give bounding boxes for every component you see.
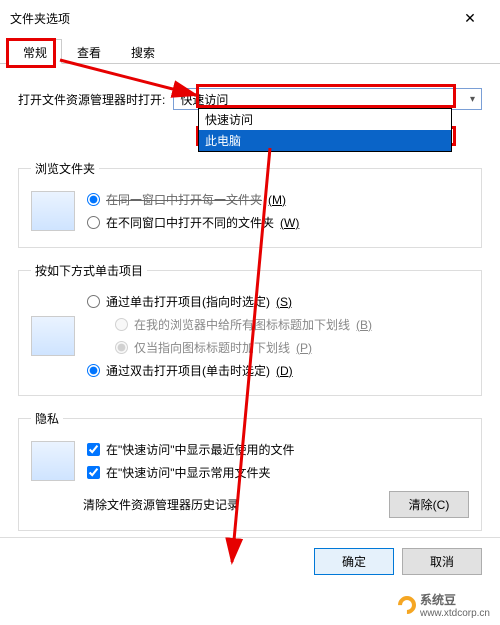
privacy-legend: 隐私 [31, 410, 63, 427]
radio-underline-hover-input [115, 341, 128, 354]
dialog-buttons: 确定 取消 [0, 537, 500, 585]
tab-search[interactable]: 搜索 [116, 39, 170, 64]
radio-underline-hover: 仅当指向图标标题时加下划线 (P) [115, 339, 372, 356]
watermark-text: 系统豆 [420, 591, 490, 608]
check-recent-files[interactable]: 在"快速访问"中显示最近使用的文件 [87, 441, 295, 458]
window-icon [31, 191, 75, 231]
check-frequent-folders[interactable]: 在"快速访问"中显示常用文件夹 [87, 464, 295, 481]
open-explorer-label: 打开文件资源管理器时打开: [18, 91, 165, 108]
clear-button[interactable]: 清除(C) [389, 491, 469, 518]
open-explorer-combo[interactable]: 快速访问 ▾ [173, 88, 482, 110]
titlebar: 文件夹选项 ✕ [0, 0, 500, 36]
watermark-icon [394, 592, 419, 617]
tab-strip: 常规 查看 搜索 [0, 38, 500, 64]
window-title: 文件夹选项 [10, 10, 450, 27]
radio-single-click-input[interactable] [87, 295, 100, 308]
folder-options-dialog: 文件夹选项 ✕ 常规 查看 搜索 打开文件资源管理器时打开: 快速访问 ▾ 快速… [0, 0, 500, 625]
tab-general[interactable]: 常规 [8, 39, 62, 64]
radio-double-click[interactable]: 通过双击打开项目(单击时选定) (D) [87, 362, 372, 379]
privacy-group: 隐私 在"快速访问"中显示最近使用的文件 在"快速访问"中显示常用文件夹 清除文… [18, 410, 482, 531]
radio-same-window-input[interactable] [87, 193, 100, 206]
radio-same-window[interactable]: 在同一窗口中打开每一文件夹 (M) [87, 191, 299, 208]
watermark: 系统豆 www.xtdcorp.cn [398, 591, 490, 619]
open-explorer-row: 打开文件资源管理器时打开: 快速访问 ▾ [18, 88, 482, 110]
radio-underline-all-key: (B) [356, 318, 372, 332]
radio-double-click-label: 通过双击打开项目(单击时选定) [106, 362, 270, 379]
check-frequent-folders-input[interactable] [87, 466, 100, 479]
close-icon[interactable]: ✕ [450, 3, 490, 33]
cursor-icon [31, 316, 75, 356]
radio-diff-window-label: 在不同窗口中打开不同的文件夹 [106, 214, 274, 231]
click-items-group: 按如下方式单击项目 通过单击打开项目(指向时选定) (S) 在我的浏览器中给所有图… [18, 262, 482, 396]
radio-underline-hover-label: 仅当指向图标标题时加下划线 [134, 339, 290, 356]
radio-same-window-label: 在同一窗口中打开每一文件夹 [106, 191, 262, 208]
radio-single-click[interactable]: 通过单击打开项目(指向时选定) (S) [87, 293, 372, 310]
combo-selected: 快速访问 [180, 91, 228, 108]
clear-history-row: 清除文件资源管理器历史记录 清除(C) [31, 491, 469, 518]
click-items-legend: 按如下方式单击项目 [31, 262, 147, 279]
radio-single-click-key: (S) [276, 295, 292, 309]
chevron-down-icon: ▾ [470, 94, 475, 105]
radio-underline-all-label: 在我的浏览器中给所有图标标题加下划线 [134, 316, 350, 333]
clear-history-label: 清除文件资源管理器历史记录 [83, 496, 239, 513]
browse-folders-group: 浏览文件夹 在同一窗口中打开每一文件夹 (M) 在不同窗口中打开不同的文件夹 (W) [18, 160, 482, 248]
radio-diff-window[interactable]: 在不同窗口中打开不同的文件夹 (W) [87, 214, 299, 231]
radio-double-click-input[interactable] [87, 364, 100, 377]
check-frequent-folders-label: 在"快速访问"中显示常用文件夹 [106, 464, 271, 481]
radio-underline-all-input [115, 318, 128, 331]
radio-same-window-key: (M) [268, 193, 286, 207]
radio-single-click-label: 通过单击打开项目(指向时选定) [106, 293, 270, 310]
radio-diff-window-key: (W) [280, 216, 299, 230]
watermark-url: www.xtdcorp.cn [420, 608, 490, 619]
radio-underline-hover-key: (P) [296, 341, 312, 355]
cancel-button[interactable]: 取消 [402, 548, 482, 575]
ok-button[interactable]: 确定 [314, 548, 394, 575]
check-recent-files-input[interactable] [87, 443, 100, 456]
tab-content: 打开文件资源管理器时打开: 快速访问 ▾ 快速访问 此电脑 浏览文件夹 在同一窗… [0, 64, 500, 531]
dropdown-option-quick-access[interactable]: 快速访问 [199, 109, 451, 130]
browse-folders-legend: 浏览文件夹 [31, 160, 99, 177]
check-recent-files-label: 在"快速访问"中显示最近使用的文件 [106, 441, 295, 458]
open-explorer-dropdown: 快速访问 此电脑 [198, 108, 452, 152]
tab-view[interactable]: 查看 [62, 39, 116, 64]
radio-double-click-key: (D) [276, 364, 293, 378]
radio-diff-window-input[interactable] [87, 216, 100, 229]
dropdown-option-this-pc[interactable]: 此电脑 [199, 130, 451, 151]
radio-underline-all: 在我的浏览器中给所有图标标题加下划线 (B) [115, 316, 372, 333]
privacy-icon [31, 441, 75, 481]
